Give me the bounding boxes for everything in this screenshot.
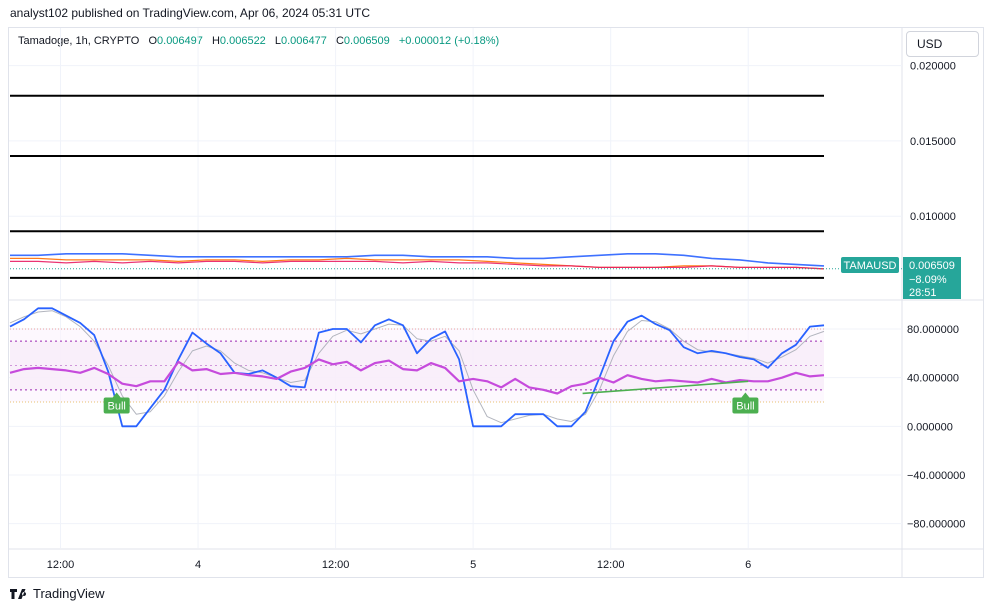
price-tick-label: 0.020000	[910, 61, 956, 73]
horizontal-levels	[10, 94, 824, 279]
time-tick-label: 12:00	[322, 559, 350, 571]
oscillator-tick-label: 80.000000	[907, 324, 959, 336]
price-tick-label: 0.015000	[910, 136, 956, 148]
time-tick-label: 12:00	[597, 559, 625, 571]
time-tick-label: 5	[470, 559, 476, 571]
time-tick-label: 6	[745, 559, 751, 571]
price-series	[10, 253, 902, 270]
ma-line-red	[10, 260, 825, 270]
brand-name: TradingView	[33, 586, 105, 601]
price-grid	[9, 28, 902, 299]
oscillator-tick-label: 40.000000	[907, 373, 959, 385]
oscillator-tick-label: −80.000000	[907, 519, 965, 531]
price-tag-change: −8.09%	[909, 274, 947, 286]
oscillator-tick-label: 0.000000	[907, 421, 953, 433]
bull-label-text: Bull	[736, 401, 754, 413]
rsi-bands	[10, 328, 824, 403]
price-tick-label: 0.010000	[910, 211, 956, 223]
price-tag-price: 0.006509	[909, 260, 955, 272]
price-axis-ticks: 0.020000 0.015000 0.010000	[910, 61, 956, 224]
oscillator-tick-label: −40.000000	[907, 470, 965, 482]
ma-line-orange	[10, 257, 825, 270]
bull-label-text: Bull	[107, 401, 125, 413]
symbol-tag-text: TAMAUSD	[844, 260, 897, 272]
time-axis-ticks: 12:00 4 12:00 5 12:00 6	[47, 559, 752, 571]
time-tick-label: 4	[195, 559, 201, 571]
footer-brand[interactable]: TradingView	[10, 586, 105, 601]
time-tick-label: 12:00	[47, 559, 75, 571]
chart-canvas[interactable]: Bull Bull 0.020000 0.015000 0.010000 80.000…	[0, 0, 994, 613]
last-price-tag: TAMAUSD 0.006509 −8.09% 28:51	[841, 257, 961, 299]
price-tag-countdown: 28:51	[909, 287, 937, 299]
tradingview-logo-icon	[10, 588, 27, 599]
oscillator-axis-ticks: 80.000000 40.000000 0.000000 −40.000000 −80.…	[907, 324, 965, 531]
